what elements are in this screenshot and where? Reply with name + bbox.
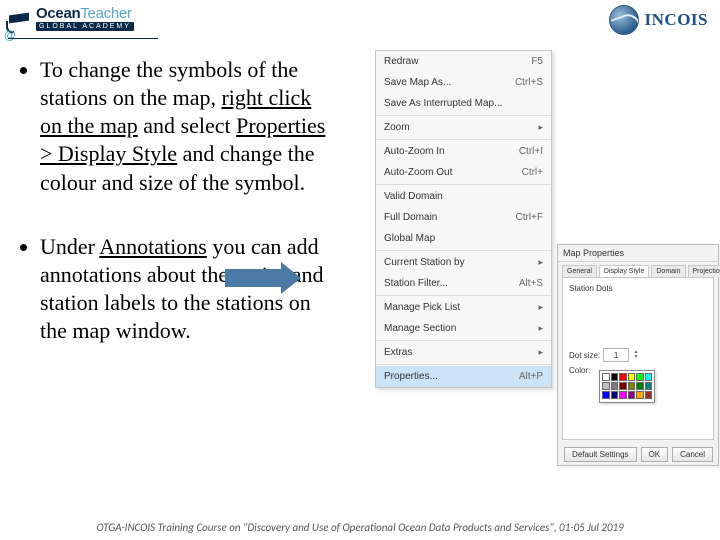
menu-item-full-domain[interactable]: Full DomainCtrl+F (376, 207, 551, 228)
bullet-1: To change the symbols of the stations on… (40, 56, 328, 197)
color-swatch[interactable] (619, 391, 627, 399)
color-swatch[interactable] (619, 382, 627, 390)
tab-general[interactable]: General (562, 265, 597, 277)
dialog-title: Map Properties (558, 245, 718, 262)
menu-item-properties[interactable]: Properties...Alt+P (376, 366, 551, 387)
color-swatch[interactable] (628, 373, 636, 381)
footer-text: OTGA-INCOIS Training Course on "Discover… (0, 521, 720, 534)
arrow-right-icon (225, 262, 301, 294)
color-swatch[interactable] (602, 391, 610, 399)
tab-domain[interactable]: Domain (651, 265, 685, 277)
menu-item-manage-section[interactable]: Manage Section▸ (376, 318, 551, 339)
menu-item-zoom[interactable]: Zoom▸ (376, 117, 551, 138)
color-swatch[interactable] (611, 382, 619, 390)
globe-icon (609, 5, 639, 35)
map-properties-dialog: Map Properties GeneralDisplay StyleDomai… (557, 244, 719, 466)
color-swatch[interactable] (636, 391, 644, 399)
menu-item-valid-domain[interactable]: Valid Domain (376, 186, 551, 207)
color-swatch[interactable] (636, 382, 644, 390)
color-swatch[interactable] (628, 391, 636, 399)
context-menu: RedrawF5Save Map As...Ctrl+SSave As Inte… (375, 50, 552, 388)
menu-item-redraw[interactable]: RedrawF5 (376, 51, 551, 72)
chevron-right-icon: ▸ (538, 257, 543, 268)
ok-button[interactable]: OK (641, 447, 669, 462)
tab-projection[interactable]: Projection (688, 265, 720, 277)
color-label: Color: (569, 366, 590, 375)
dialog-body: Station Dots Dot size: 1 ▲▼ Color: (562, 277, 714, 440)
station-dots-label: Station Dots (569, 284, 613, 293)
tab-display-style[interactable]: Display Style (599, 265, 649, 277)
color-swatch[interactable] (602, 382, 610, 390)
color-swatch[interactable] (645, 373, 653, 381)
chevron-right-icon: ▸ (538, 347, 543, 358)
dialog-tabs: GeneralDisplay StyleDomainProjectionLaye… (558, 262, 718, 277)
default-settings-button[interactable]: Default Settings (564, 447, 636, 462)
menu-item-save-map-as[interactable]: Save Map As...Ctrl+S (376, 72, 551, 93)
oceanteacher-logo: @ Ocean Teacher GLOBAL ACADEMY (8, 6, 134, 34)
menu-item-auto-zoom-in[interactable]: Auto-Zoom InCtrl+I (376, 141, 551, 162)
incois-logo: INCOIS (609, 5, 708, 35)
menu-item-manage-pick-list[interactable]: Manage Pick List▸ (376, 297, 551, 318)
logo-text-academy: GLOBAL ACADEMY (36, 22, 134, 31)
chevron-right-icon: ▸ (538, 122, 543, 133)
menu-item-station-filter[interactable]: Station Filter...Alt+S (376, 273, 551, 294)
menu-item-save-as-interrupted-map[interactable]: Save As Interrupted Map... (376, 93, 551, 114)
color-swatch[interactable] (628, 382, 636, 390)
graduation-cap-icon: @ (8, 10, 32, 34)
slide-text: To change the symbols of the stations on… (18, 56, 328, 381)
logo-text-teacher: Teacher (80, 6, 131, 21)
cancel-button[interactable]: Cancel (672, 447, 713, 462)
chevron-right-icon: ▸ (538, 323, 543, 334)
logo-text-ocean: Ocean (36, 6, 80, 21)
chevron-right-icon: ▸ (538, 302, 543, 313)
dot-size-stepper[interactable]: ▲▼ (632, 350, 640, 360)
menu-item-auto-zoom-out[interactable]: Auto-Zoom OutCtrl+ (376, 162, 551, 183)
incois-text: INCOIS (645, 10, 708, 30)
menu-item-extras[interactable]: Extras▸ (376, 342, 551, 363)
menu-item-current-station-by[interactable]: Current Station by▸ (376, 252, 551, 273)
color-dropdown[interactable] (599, 370, 655, 403)
color-swatch[interactable] (619, 373, 627, 381)
menu-item-global-map[interactable]: Global Map (376, 228, 551, 249)
color-swatch[interactable] (645, 382, 653, 390)
color-swatch[interactable] (636, 373, 644, 381)
dot-size-label: Dot size: (569, 351, 600, 360)
color-swatch[interactable] (645, 391, 653, 399)
dot-size-input[interactable]: 1 (603, 348, 629, 362)
color-swatch[interactable] (611, 373, 619, 381)
color-swatch[interactable] (602, 373, 610, 381)
color-swatch[interactable] (611, 391, 619, 399)
